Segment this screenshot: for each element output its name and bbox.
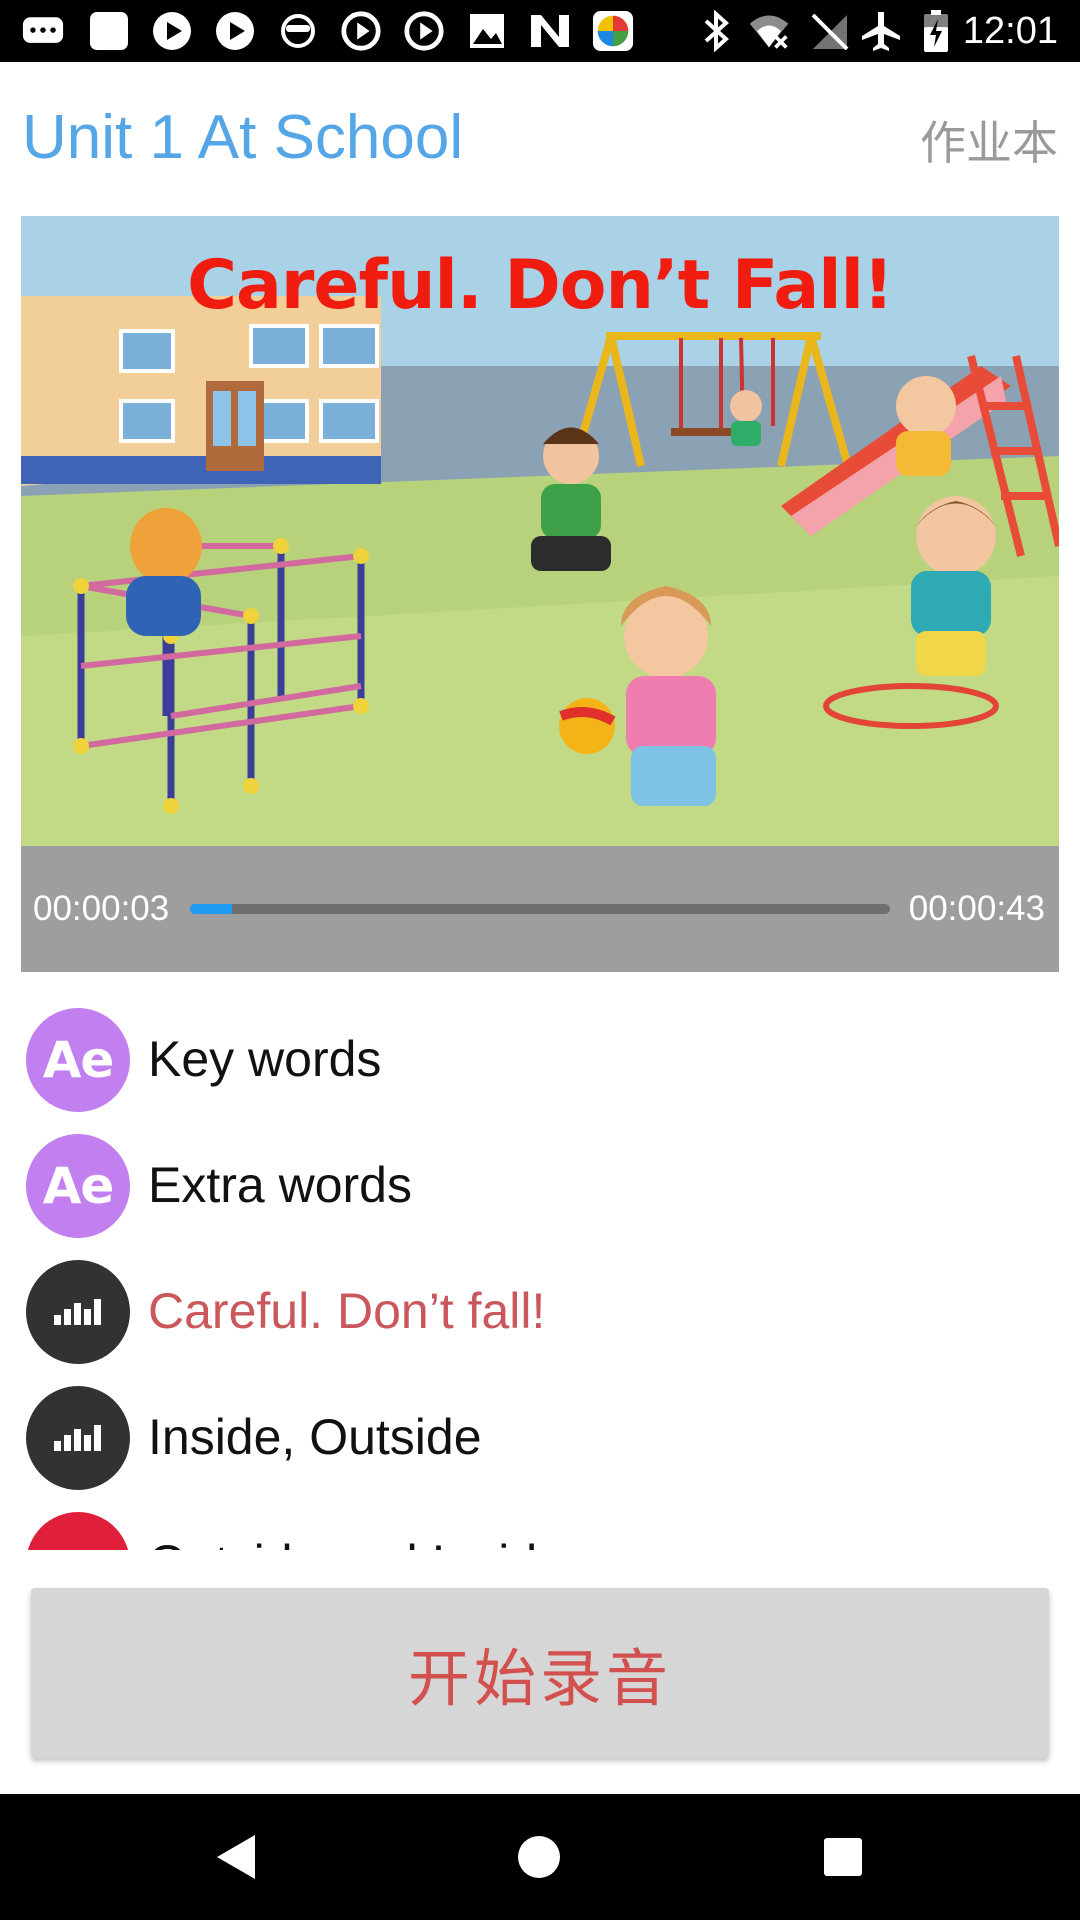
list-item-inside-outside[interactable]: Inside, Outside bbox=[0, 1368, 1080, 1494]
lesson-label-active: Careful. Don’t fall! bbox=[148, 1283, 546, 1339]
color-ball-icon bbox=[592, 10, 634, 52]
current-time: 00:00:03 bbox=[33, 889, 170, 928]
list-item-key-words[interactable]: Ae Key words bbox=[0, 990, 1080, 1116]
play-icon bbox=[151, 10, 193, 52]
play-circle-icon bbox=[403, 10, 445, 52]
app-square-icon bbox=[88, 10, 130, 52]
battery-charging-icon bbox=[915, 10, 957, 52]
start-recording-button[interactable]: 开始录音 bbox=[31, 1588, 1049, 1758]
mask-icon bbox=[277, 10, 319, 52]
list-item-outside-and-inside[interactable]: Outside and Inside bbox=[0, 1494, 1080, 1550]
status-bar: 12:01 bbox=[0, 0, 1080, 62]
list-item-careful-dont-fall[interactable]: Careful. Don’t fall! bbox=[0, 1242, 1080, 1368]
play-circle-icon bbox=[340, 10, 382, 52]
back-icon[interactable] bbox=[203, 1824, 269, 1890]
image-icon bbox=[466, 10, 508, 52]
audio-levels-icon bbox=[26, 1260, 130, 1364]
lesson-label: Inside, Outside bbox=[148, 1409, 482, 1465]
book-icon bbox=[26, 1512, 130, 1550]
ae-icon: Ae bbox=[26, 1008, 130, 1112]
list-item-extra-words[interactable]: Ae Extra words bbox=[0, 1116, 1080, 1242]
wifi-off-icon bbox=[748, 10, 790, 52]
recents-icon[interactable] bbox=[810, 1824, 876, 1890]
video-controls: 00:00:03 00:00:43 bbox=[21, 846, 1059, 972]
airplane-icon bbox=[860, 10, 902, 52]
home-icon[interactable] bbox=[506, 1824, 572, 1890]
status-time: 12:01 bbox=[962, 10, 1058, 52]
bluetooth-icon bbox=[695, 10, 737, 52]
lesson-label: Key words bbox=[148, 1031, 382, 1087]
ae-icon: Ae bbox=[26, 1134, 130, 1238]
n-logo-icon bbox=[529, 10, 571, 52]
audio-levels-icon bbox=[26, 1386, 130, 1490]
no-signal-icon bbox=[808, 10, 850, 52]
lesson-label: Extra words bbox=[148, 1157, 412, 1213]
total-time: 00:00:43 bbox=[908, 889, 1045, 928]
lesson-label: Outside and Inside bbox=[148, 1532, 565, 1550]
page-title: Unit 1 At School bbox=[22, 103, 464, 172]
video-player[interactable]: Careful. Don’t Fall! bbox=[21, 216, 1059, 846]
seek-bar[interactable] bbox=[190, 904, 890, 914]
video-caption: Careful. Don’t Fall! bbox=[187, 246, 894, 325]
play-icon bbox=[214, 10, 256, 52]
seek-bar-progress bbox=[190, 904, 232, 914]
notebook-button[interactable]: 作业本 bbox=[920, 115, 1058, 171]
navigation-bar bbox=[0, 1794, 1080, 1920]
lesson-list: Ae Key words Ae Extra words Careful. Don… bbox=[0, 990, 1080, 1550]
chat-icon bbox=[22, 10, 64, 52]
